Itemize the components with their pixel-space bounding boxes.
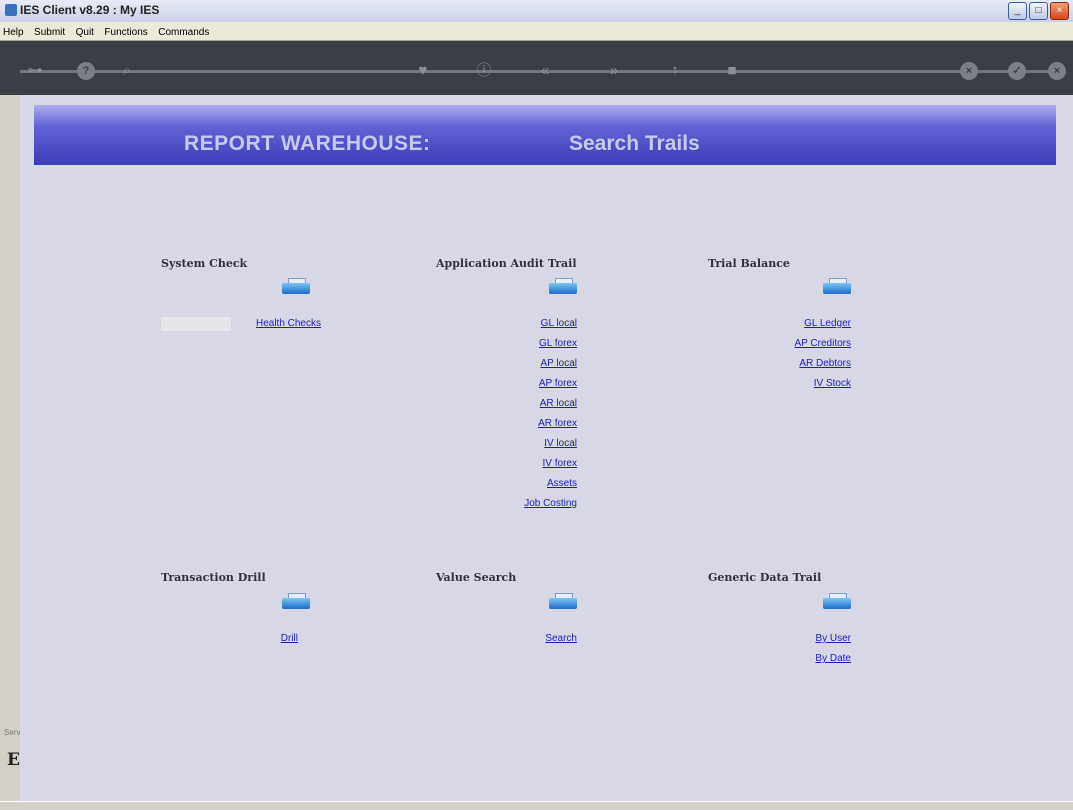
section-title-trial-balance: Trial Balance (708, 257, 790, 270)
link-by-user[interactable]: By User (731, 633, 851, 644)
window-controls: _ □ × (1008, 2, 1069, 20)
back-icon[interactable]: « (536, 62, 554, 80)
link-iv-forex[interactable]: IV forex (457, 458, 577, 469)
printer-icon[interactable] (282, 278, 310, 294)
printer-icon[interactable] (549, 278, 577, 294)
menu-bar: Help Submit Quit Functions Commands (0, 22, 1073, 41)
search-icon[interactable]: ⌕ (118, 62, 136, 80)
section-title-generic-data-trail: Generic Data Trail (708, 571, 822, 584)
section-title-transaction-drill: Transaction Drill (161, 571, 266, 584)
banner-subtitle: Search Trails (569, 132, 700, 155)
link-iv-local[interactable]: IV local (457, 438, 577, 449)
minimize-icon[interactable]: _ (1008, 2, 1027, 20)
link-by-date[interactable]: By Date (731, 653, 851, 664)
maximize-icon[interactable]: □ (1029, 2, 1048, 20)
menu-commands[interactable]: Commands (155, 24, 212, 38)
banner-title: REPORT WAREHOUSE: (184, 132, 431, 155)
heart-icon[interactable]: ♥ (414, 62, 432, 80)
link-gl-forex[interactable]: GL forex (457, 338, 577, 349)
square-icon[interactable]: ■ (723, 62, 741, 80)
link-search[interactable]: Search (457, 633, 577, 644)
page-banner: REPORT WAREHOUSE: Search Trails (34, 105, 1056, 165)
printer-icon[interactable] (282, 593, 310, 609)
info-icon[interactable]: ⓘ (475, 62, 493, 80)
menu-submit[interactable]: Submit (31, 24, 68, 38)
link-ar-local[interactable]: AR local (457, 398, 577, 409)
help-icon[interactable]: ? (77, 62, 95, 80)
up-icon[interactable]: ↑ (666, 62, 684, 80)
key-icon[interactable]: ⊶ (26, 62, 44, 80)
gutter-label: Serv (4, 728, 21, 737)
printer-icon[interactable] (549, 593, 577, 609)
link-ap-creditors[interactable]: AP Creditors (731, 338, 851, 349)
left-gutter (0, 95, 20, 801)
report-warehouse-panel: REPORT WAREHOUSE: Search Trails System C… (20, 95, 1073, 801)
link-iv-stock[interactable]: IV Stock (731, 378, 851, 389)
link-drill[interactable]: Drill (178, 633, 298, 644)
title-bar: IES Client v8.29 : My IES _ □ × (0, 0, 1073, 23)
link-ar-debtors[interactable]: AR Debtors (731, 358, 851, 369)
toolbar: ⊶ ? ⌕ ♥ ⓘ « » ↑ ■ × ✓ × (0, 41, 1073, 95)
gutter-glyph: E (7, 750, 20, 770)
app-window: IES Client v8.29 : My IES _ □ × Help Sub… (0, 0, 1073, 810)
printer-icon[interactable] (823, 593, 851, 609)
close-icon[interactable]: × (1048, 62, 1066, 80)
ok-icon[interactable]: ✓ (1008, 62, 1026, 80)
printer-icon[interactable] (823, 278, 851, 294)
menu-functions[interactable]: Functions (101, 24, 150, 38)
section-title-audit-trail: Application Audit Trail (436, 257, 577, 270)
close-window-icon[interactable]: × (1050, 2, 1069, 20)
link-job-costing[interactable]: Job Costing (457, 498, 577, 509)
app-icon (5, 4, 17, 16)
menu-quit[interactable]: Quit (73, 24, 97, 38)
window-title: IES Client v8.29 : My IES (20, 3, 160, 17)
forward-icon[interactable]: » (605, 62, 623, 80)
link-assets[interactable]: Assets (457, 478, 577, 489)
cancel-icon[interactable]: × (960, 62, 978, 80)
menu-help[interactable]: Help (0, 24, 27, 38)
link-gl-local[interactable]: GL local (457, 318, 577, 329)
link-gl-ledger[interactable]: GL Ledger (731, 318, 851, 329)
link-health-checks[interactable]: Health Checks (201, 318, 321, 329)
link-ar-forex[interactable]: AR forex (457, 418, 577, 429)
section-title-value-search: Value Search (436, 571, 517, 584)
section-title-system-check: System Check (161, 257, 248, 270)
link-ap-forex[interactable]: AP forex (457, 378, 577, 389)
link-ap-local[interactable]: AP local (457, 358, 577, 369)
